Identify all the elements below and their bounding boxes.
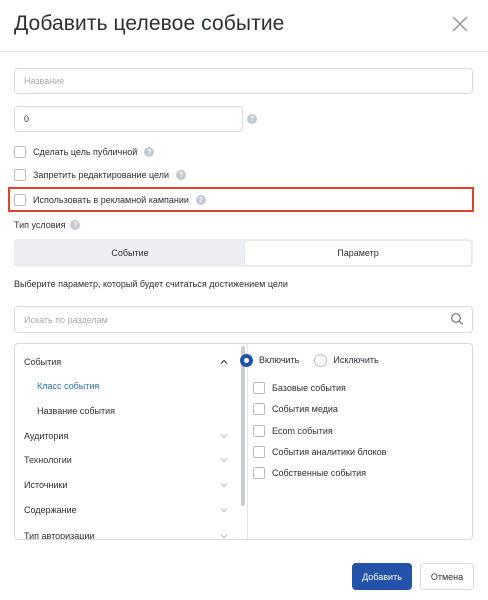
question-icon[interactable]: ? [175, 170, 186, 180]
checkbox-box[interactable] [14, 146, 26, 158]
radio-exclude[interactable]: Исключить [314, 353, 379, 367]
section-search-input[interactable]: Искать по разделам [14, 306, 473, 333]
pane-divider [247, 344, 248, 539]
name-input-placeholder: Название [24, 76, 65, 86]
tree-item-event-class[interactable]: Класс события [37, 377, 99, 395]
tree-item-auth-type[interactable]: Тип авторизации [24, 527, 95, 539]
option-label: События аналитики блоков [272, 447, 387, 457]
option-custom-events[interactable]: Собственные события [253, 466, 366, 480]
checkbox-public-goal[interactable]: Сделать цель публичной ? [14, 145, 155, 159]
chevron-down-icon[interactable] [220, 481, 228, 489]
checkbox-box[interactable] [14, 169, 26, 181]
add-button[interactable]: Добавить [352, 563, 412, 590]
include-exclude-switch: Включить Исключить [240, 352, 379, 368]
parameter-picker: События Класс события Название события А… [14, 343, 473, 540]
checkbox-box[interactable] [253, 403, 265, 415]
option-label: Собственные события [272, 468, 367, 478]
section-tree: События Класс события Название события А… [15, 344, 245, 540]
tree-item-events[interactable]: События [24, 353, 61, 371]
option-label: Ecom события [272, 426, 333, 436]
cancel-button[interactable]: Отмена [420, 563, 474, 590]
checkbox-box[interactable] [253, 446, 265, 458]
checkbox-box[interactable] [253, 382, 265, 394]
value-input-text: 0 [24, 114, 30, 124]
option-ecom-events[interactable]: Ecom события [253, 424, 333, 438]
radio-button[interactable] [240, 353, 253, 367]
tree-item-content[interactable]: Содержание [24, 501, 77, 519]
option-media-events[interactable]: События медиа [253, 402, 338, 416]
dialog-header: Добавить целевое событие [0, 0, 488, 52]
dialog-title: Добавить целевое событие [14, 12, 285, 35]
option-basic-events[interactable]: Базовые события [253, 381, 346, 395]
chevron-down-icon[interactable] [220, 432, 228, 440]
tab-event[interactable]: Событие [16, 241, 244, 265]
checkbox-box[interactable] [253, 425, 265, 437]
option-block-analytics-events[interactable]: События аналитики блоков [253, 445, 386, 459]
tree-item-event-name[interactable]: Название события [37, 402, 115, 420]
highlight-frame [8, 187, 474, 212]
tree-item-audience[interactable]: Аудитория [24, 427, 68, 445]
checkbox-label: Запретить редактирование цели [33, 170, 169, 180]
chevron-up-icon[interactable] [220, 358, 228, 366]
chevron-down-icon[interactable] [220, 456, 228, 464]
question-icon[interactable]: ? [247, 114, 257, 124]
question-icon[interactable]: ? [70, 220, 81, 230]
radio-label: Включить [259, 355, 300, 365]
tree-item-sources[interactable]: Источники [24, 476, 67, 494]
add-goal-event-dialog: Добавить целевое событие Название 0 ? Сд… [0, 0, 488, 600]
condition-type-switch: Событие Параметр [14, 239, 473, 267]
value-input[interactable]: 0 [14, 106, 243, 132]
option-label: События медиа [272, 404, 338, 414]
radio-include[interactable]: Включить [240, 353, 300, 367]
radio-button[interactable] [314, 353, 328, 367]
checkbox-box[interactable] [253, 467, 265, 479]
chevron-down-icon[interactable] [220, 506, 228, 514]
checkbox-label: Сделать цель публичной [33, 147, 138, 157]
name-input[interactable]: Название [14, 68, 473, 94]
option-label: Базовые события [272, 383, 346, 393]
tree-scrollbar[interactable] [241, 346, 245, 506]
tab-parameter[interactable]: Параметр [245, 241, 471, 265]
radio-label: Исключить [333, 355, 379, 365]
chevron-down-icon[interactable] [220, 532, 228, 540]
search-placeholder: Искать по разделам [24, 314, 108, 325]
condition-type-label: Тип условия ? [14, 218, 81, 232]
instruction-text: Выберите параметр, который будет считать… [14, 279, 288, 289]
condition-type-text: Тип условия [14, 220, 66, 230]
checkbox-forbid-editing[interactable]: Запретить редактирование цели ? [14, 168, 186, 182]
question-icon[interactable]: ? [144, 147, 155, 157]
tree-item-technologies[interactable]: Технологии [24, 451, 72, 469]
search-icon[interactable] [450, 312, 464, 326]
close-icon[interactable] [451, 15, 469, 33]
